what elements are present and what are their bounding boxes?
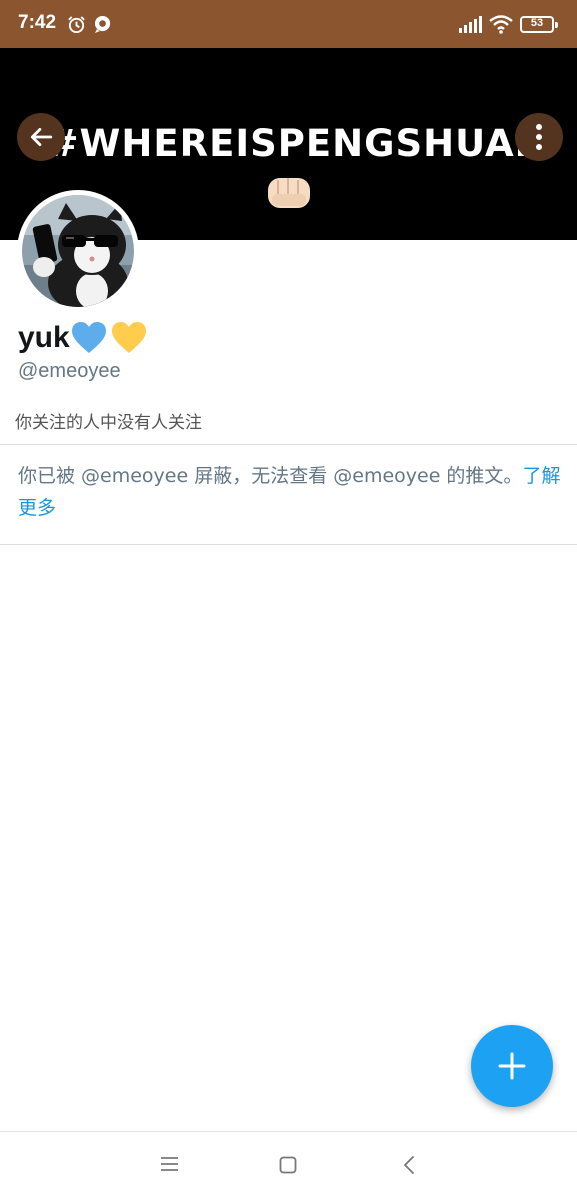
divider [0, 444, 577, 445]
system-nav-bar [0, 1131, 577, 1201]
followers-you-know: 你关注的人中没有人关注 [15, 413, 202, 433]
back-icon[interactable] [403, 1155, 415, 1175]
status-time: 7:42 [18, 12, 57, 33]
menu-icon[interactable] [160, 1156, 179, 1172]
divider [0, 544, 577, 545]
profile-name-text: yuk [18, 321, 70, 354]
battery-icon: 53 [520, 16, 558, 33]
compose-button[interactable] [471, 1025, 553, 1107]
blue-heart-icon [71, 322, 106, 353]
battery-level: 53 [530, 17, 544, 29]
fist-icon [268, 178, 310, 208]
back-arrow-icon [30, 128, 53, 146]
more-vertical-icon [536, 124, 542, 150]
avatar-image [22, 195, 134, 307]
blocked-notice-text: 你已被 @emeoyee 屏蔽，无法查看 @emeoyee 的推文。 [18, 465, 523, 487]
more-options-button[interactable] [515, 113, 563, 161]
plus-icon [498, 1052, 526, 1080]
status-bar: 7:42 53 [0, 0, 577, 48]
blocked-notice: 你已被 @emeoyee 屏蔽，无法查看 @emeoyee 的推文。了解更多 [18, 460, 563, 524]
app-notification-icon [94, 15, 111, 34]
banner-text: #WHEREISPENGSHUAI [47, 122, 530, 165]
profile-handle: @emeoyee [18, 360, 121, 382]
wifi-icon [489, 15, 513, 34]
alarm-icon [68, 16, 85, 34]
home-icon[interactable] [279, 1156, 297, 1174]
yellow-heart-icon [111, 322, 146, 353]
signal-icon [459, 16, 482, 33]
avatar[interactable] [17, 190, 139, 312]
back-button[interactable] [17, 113, 65, 161]
profile-name: yuk [18, 318, 147, 358]
